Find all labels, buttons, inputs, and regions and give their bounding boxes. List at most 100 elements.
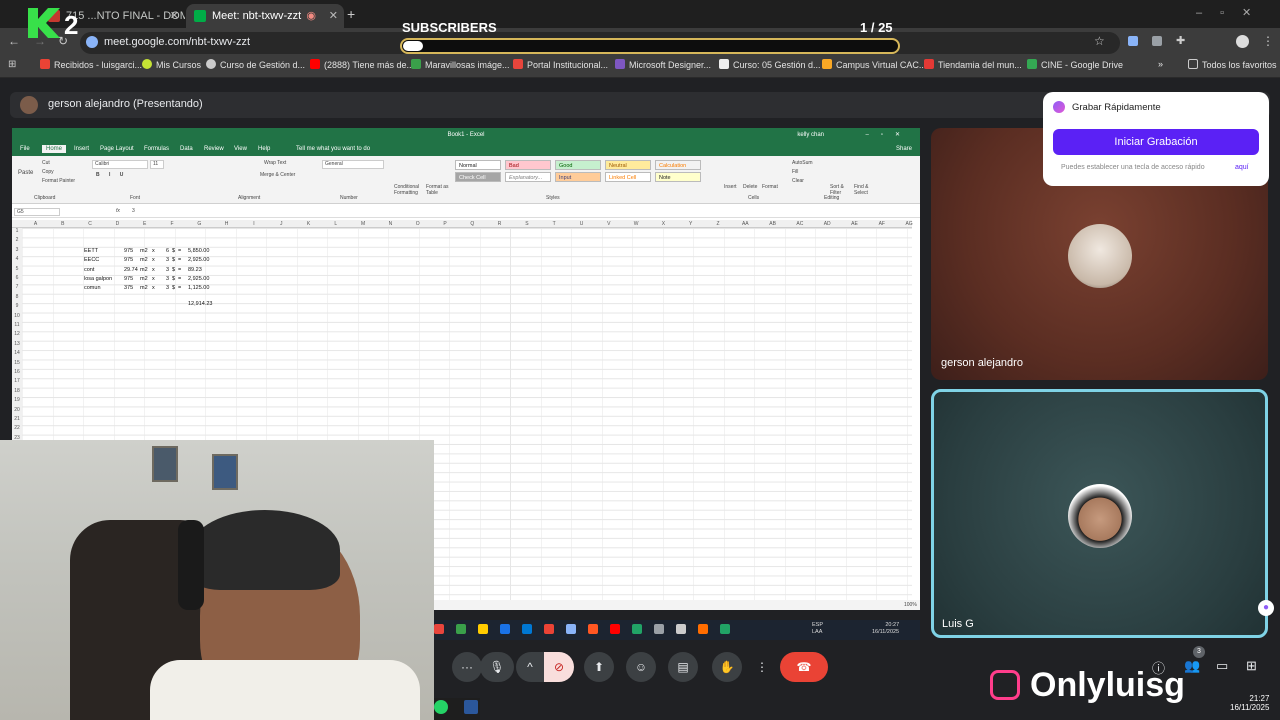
column-header[interactable]: Z: [705, 221, 732, 227]
bookmark-item[interactable]: Mis Cursos: [142, 59, 201, 70]
cell-price[interactable]: 3: [166, 267, 169, 273]
word-icon[interactable]: [464, 700, 478, 714]
format-as-table-button[interactable]: Format as Table: [426, 184, 452, 196]
cell-eq[interactable]: =: [178, 257, 181, 263]
font-size-select[interactable]: 11: [150, 160, 164, 169]
column-header[interactable]: Y: [677, 221, 704, 227]
cell-x[interactable]: x: [152, 285, 155, 291]
merge-center-button[interactable]: Merge & Center: [260, 172, 295, 178]
cell-label[interactable]: EETT: [84, 248, 98, 254]
bookmark-item[interactable]: Maravillosas imáge...: [411, 59, 510, 70]
row-header[interactable]: 20: [12, 406, 22, 416]
column-header[interactable]: AF: [868, 221, 895, 227]
excel-share-button[interactable]: Share: [896, 146, 912, 152]
column-header[interactable]: H: [213, 221, 240, 227]
number-format-select[interactable]: General: [322, 160, 384, 169]
delete-cells-button[interactable]: Delete: [743, 184, 757, 190]
column-header[interactable]: T: [541, 221, 568, 227]
close-icon[interactable]: ✕: [170, 9, 179, 22]
people-icon[interactable]: 👥: [1184, 658, 1200, 674]
cell-x[interactable]: x: [152, 248, 155, 254]
row-header[interactable]: 9: [12, 303, 22, 313]
column-header[interactable]: Q: [459, 221, 486, 227]
column-header[interactable]: C: [77, 221, 104, 227]
style-bad[interactable]: Bad: [505, 160, 551, 170]
menu-kebab-icon[interactable]: ⋮: [1262, 34, 1274, 48]
cell-price[interactable]: 3: [166, 276, 169, 282]
taskbar-app-icon[interactable]: [610, 624, 620, 634]
row-header[interactable]: 12: [12, 331, 22, 341]
column-header[interactable]: R: [486, 221, 513, 227]
cell-cur[interactable]: $: [172, 285, 175, 291]
column-header[interactable]: D: [104, 221, 131, 227]
excel-tab-data[interactable]: Data: [180, 146, 193, 152]
style-check-cell[interactable]: Check Cell: [455, 172, 501, 182]
record-hint-link[interactable]: aquí: [1235, 164, 1249, 171]
bold-italic-underline-buttons[interactable]: B I U: [96, 172, 127, 178]
bookmark-item[interactable]: Campus Virtual CAC...: [822, 59, 926, 70]
cell-cur[interactable]: $: [172, 267, 175, 273]
cell-price[interactable]: 3: [166, 285, 169, 291]
present-screen-icon[interactable]: ⬆: [584, 652, 614, 682]
chat-icon[interactable]: ▭: [1216, 658, 1228, 674]
bookmark-item[interactable]: Recibidos - luisgarci...: [40, 59, 142, 70]
cell-x[interactable]: x: [152, 267, 155, 273]
cell-label[interactable]: cont: [84, 267, 94, 273]
cell-eq[interactable]: =: [178, 248, 181, 254]
camera-off-icon[interactable]: ⊘: [544, 652, 574, 682]
wrap-text-button[interactable]: Wrap Text: [264, 160, 286, 166]
column-header[interactable]: AA: [732, 221, 759, 227]
cell-qty[interactable]: 29.74: [124, 267, 138, 273]
cell-x[interactable]: x: [152, 276, 155, 282]
profile-avatar[interactable]: [1236, 35, 1249, 48]
taskbar-app-icon[interactable]: [720, 624, 730, 634]
clear-button[interactable]: Clear: [792, 178, 804, 184]
bookmark-item[interactable]: Tiendamia del mun...: [924, 59, 1022, 70]
bookmark-item[interactable]: Portal Institucional...: [513, 59, 608, 70]
column-header[interactable]: L: [322, 221, 349, 227]
back-icon[interactable]: ←: [8, 34, 20, 48]
emoji-icon[interactable]: ☺: [626, 652, 656, 682]
cell-unit[interactable]: m2: [140, 267, 148, 273]
excel-tab-file[interactable]: File: [20, 146, 30, 152]
row-header[interactable]: 19: [12, 397, 22, 407]
row-header[interactable]: 2: [12, 237, 22, 247]
autosum-button[interactable]: AutoSum: [792, 160, 813, 166]
activities-icon[interactable]: ⊞: [1246, 658, 1257, 674]
close-icon[interactable]: ✕: [329, 9, 338, 22]
taskbar-app-icon[interactable]: [654, 624, 664, 634]
bookmark-star-icon[interactable]: ☆: [1094, 34, 1105, 48]
grand-total-cell[interactable]: 12,914.23: [188, 301, 212, 307]
copy-button[interactable]: Copy: [42, 169, 54, 175]
style-note[interactable]: Note: [655, 172, 701, 182]
style-neutral[interactable]: Neutral: [605, 160, 651, 170]
extension-icon[interactable]: [1128, 36, 1138, 46]
taskbar-app-icon[interactable]: [500, 624, 510, 634]
cell-price[interactable]: 6: [166, 248, 169, 254]
more-bookmarks-icon[interactable]: »: [1158, 59, 1163, 69]
column-header[interactable]: W: [623, 221, 650, 227]
column-header[interactable]: G: [186, 221, 213, 227]
cut-button[interactable]: Cut: [42, 160, 50, 166]
taskbar-app-icon[interactable]: [456, 624, 466, 634]
row-header[interactable]: 13: [12, 340, 22, 351]
cell-unit[interactable]: m2: [140, 248, 148, 254]
formula-input[interactable]: 3: [132, 208, 135, 214]
cell-total[interactable]: 1,125.00: [188, 285, 209, 291]
row-header[interactable]: 14: [12, 350, 22, 360]
cell-total[interactable]: 89.23: [188, 267, 202, 273]
column-header[interactable]: E: [131, 221, 158, 227]
tab-meet[interactable]: Meet: nbt-txwv-zzt ◉ ✕: [186, 4, 344, 28]
excel-tab-page-layout[interactable]: Page Layout: [100, 146, 134, 152]
excel-tab-view[interactable]: View: [234, 146, 247, 152]
style-input[interactable]: Input: [555, 172, 601, 182]
row-header[interactable]: 3: [12, 246, 22, 257]
column-header[interactable]: N: [377, 221, 404, 227]
apps-grid-icon[interactable]: ⊞: [8, 59, 16, 70]
window-controls[interactable]: –▫✕: [1196, 6, 1269, 19]
column-header[interactable]: A: [22, 221, 49, 227]
column-header[interactable]: K: [295, 221, 322, 227]
chevron-up-icon[interactable]: ^: [516, 652, 544, 682]
bookmark-item[interactable]: Curso: 05 Gestión d...: [719, 59, 821, 70]
cell-label[interactable]: losa galpon: [84, 276, 112, 282]
